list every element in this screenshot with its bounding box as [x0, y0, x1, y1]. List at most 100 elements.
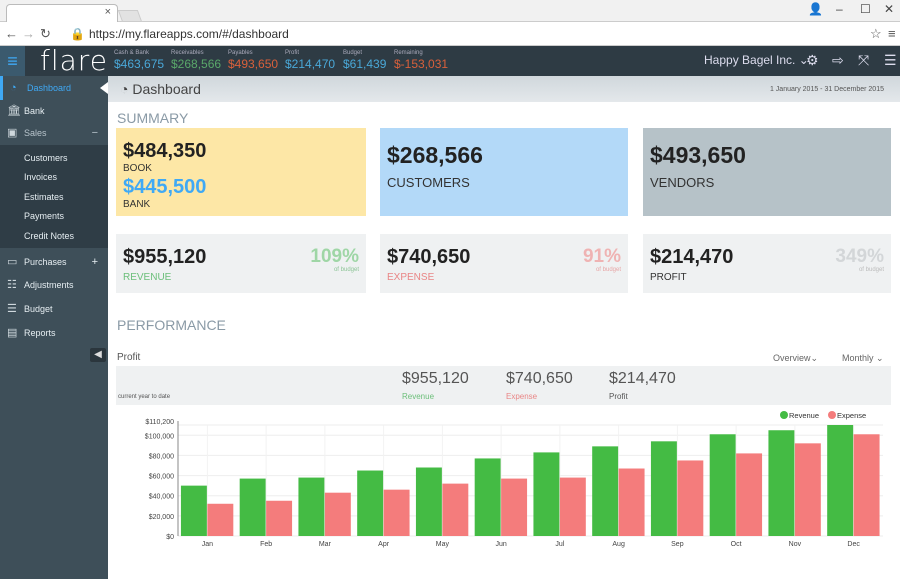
gear-icon[interactable]: ⚙ — [806, 52, 819, 69]
bar-expense-apr — [383, 489, 410, 536]
kpi-value: $61,439 — [343, 57, 387, 71]
profit-of-budget: of budget — [858, 267, 884, 273]
maximize-icon[interactable]: ☐ — [860, 2, 871, 16]
x-tick-label: May — [436, 541, 450, 548]
x-tick-label: Jul — [555, 541, 564, 548]
bank-label: BANK — [123, 199, 151, 210]
ytd-revenue-label: Revenue — [402, 392, 435, 401]
url-text: https://my.flareapps.com/#/dashboard — [88, 27, 289, 41]
hamburger-menu-icon[interactable]: ≡ — [0, 46, 25, 76]
new-tab-button[interactable] — [117, 10, 143, 22]
bar-expense-sep — [677, 460, 704, 536]
summary-title: SUMMARY — [117, 110, 189, 126]
expense-pct: 91% — [582, 246, 621, 267]
sidebar-toggle-icon[interactable]: ☰ — [884, 52, 897, 69]
expense-of-budget: of budget — [595, 267, 621, 273]
performance-bar-chart: $0 $20,000 $40,000 $60,000 $80,000 $100,000 $1… — [145, 411, 883, 548]
money-icon: ▣ — [7, 127, 18, 139]
submenu-payments[interactable]: Payments — [24, 211, 64, 221]
kpi-budget[interactable]: Budget $61,439 — [343, 50, 386, 71]
x-tick-label: Apr — [378, 541, 390, 548]
kpi-value: $268,566 — [171, 57, 222, 71]
date-range[interactable]: 1 January 2015 - 31 December 2015 — [770, 86, 884, 93]
sliders-icon: ☷ — [7, 279, 17, 291]
collapse-sidebar-icon[interactable]: ◀ — [90, 348, 106, 362]
forward-icon[interactable]: → — [22, 26, 35, 41]
period-dropdown[interactable]: Monthly ⌄ — [842, 353, 884, 364]
ytd-profit-value: $214,470 — [609, 370, 676, 387]
x-tick-label: Dec — [847, 541, 860, 548]
ytd-revenue-value: $955,120 — [402, 370, 469, 387]
book-card[interactable]: $484,350 BOOK $445,500 BANK — [116, 128, 366, 216]
revenue-card[interactable]: $955,120 REVENUE 109% of budget — [116, 234, 366, 293]
kpi-cash-bank[interactable]: Cash & Bank $463,675 — [114, 50, 164, 71]
bar-expense-dec — [853, 434, 880, 536]
expand-icon[interactable]: + — [92, 250, 98, 274]
submenu-estimates[interactable]: Estimates — [24, 192, 64, 202]
kpi-label: Receivables — [171, 50, 204, 56]
reload-icon[interactable]: ↻ — [40, 26, 51, 42]
kpi-receivables[interactable]: Receivables $268,566 — [171, 50, 221, 71]
sidebar-item-reports[interactable]: ▤ Reports — [0, 321, 108, 345]
kpi-value: $214,470 — [285, 57, 336, 71]
profit-card[interactable]: $214,470 PROFIT 349% of budget — [643, 234, 891, 293]
bar-revenue-nov — [768, 430, 795, 536]
fullscreen-icon[interactable]: ⤧ — [858, 52, 869, 69]
sidebar-item-bank[interactable]: 🏛 Bank — [0, 99, 108, 123]
legend-swatch-expense — [828, 411, 836, 419]
minimize-icon[interactable]: – — [836, 2, 843, 16]
kpi-payables[interactable]: Payables $493,650 — [228, 50, 278, 71]
x-tick-label: Oct — [731, 541, 742, 548]
sidebar-item-purchases[interactable]: ▭ Purchases + — [0, 250, 108, 274]
close-window-icon[interactable]: ✕ — [884, 2, 894, 16]
ytd-summary-strip: current year to date $955,120 Revenue $7… — [116, 366, 891, 405]
sidebar-item-adjustments[interactable]: ☷ Adjustments — [0, 273, 108, 297]
submenu-invoices[interactable]: Invoices — [24, 172, 57, 182]
legend-label-expense: Expense — [837, 411, 866, 420]
submenu-customers[interactable]: Customers — [24, 153, 68, 163]
vendors-card[interactable]: $493,650 VENDORS — [643, 128, 891, 216]
kpi-remaining[interactable]: Remaining $-153,031 — [394, 50, 448, 71]
customers-label: CUSTOMERS — [387, 175, 470, 190]
customers-value: $268,566 — [387, 142, 483, 168]
bar-expense-feb — [266, 500, 293, 536]
y-tick-label: $100,000 — [145, 433, 174, 440]
sidebar-item-budget[interactable]: ☰ Budget — [0, 297, 108, 321]
bar-revenue-aug — [592, 446, 619, 536]
url-input[interactable]: 🔒 https://my.flareapps.com/#/dashboard — [58, 25, 884, 43]
back-icon[interactable]: ← — [5, 26, 18, 41]
expense-label: EXPENSE — [387, 272, 435, 283]
bar-revenue-apr — [357, 470, 384, 536]
y-tick-label: $80,000 — [149, 453, 174, 460]
logo: flare — [40, 44, 108, 77]
company-dropdown[interactable]: Happy Bagel Inc. ⌄ — [704, 53, 809, 67]
close-tab-icon[interactable]: × — [105, 6, 111, 18]
star-icon[interactable]: ☆ — [870, 26, 882, 42]
sidebar-item-label: Purchases — [24, 257, 67, 267]
menu-icon[interactable]: ≡ — [888, 26, 896, 41]
ytd-expense-value: $740,650 — [506, 370, 573, 387]
sidebar-item-label: Bank — [24, 106, 45, 116]
sign-out-icon[interactable]: ⇨ — [832, 52, 844, 69]
x-tick-label: Mar — [319, 541, 332, 548]
kpi-profit[interactable]: Profit $214,470 — [285, 50, 335, 71]
performance-subtitle: Profit — [117, 352, 141, 363]
submenu-credit-notes[interactable]: Credit Notes — [24, 231, 74, 241]
revenue-label: REVENUE — [123, 272, 172, 283]
user-icon[interactable]: 👤 — [808, 2, 823, 16]
bar-expense-aug — [618, 468, 645, 536]
sidebar-item-sales[interactable]: ▣ Sales − — [0, 121, 108, 145]
book-value: $484,350 — [123, 140, 207, 162]
browser-tab-bar: × 👤 – ☐ ✕ — [0, 0, 900, 22]
collapse-icon[interactable]: − — [92, 121, 98, 145]
performance-title: PERFORMANCE — [117, 317, 226, 333]
y-tick-label: $60,000 — [149, 474, 174, 481]
y-tick-label: $0 — [166, 534, 174, 541]
expense-card[interactable]: $740,650 EXPENSE 91% of budget — [380, 234, 628, 293]
sidebar-item-dashboard[interactable]: ◔ Dashboard — [0, 76, 108, 100]
browser-tab[interactable]: × — [6, 4, 118, 22]
overview-dropdown[interactable]: Overview⌄ — [773, 353, 818, 364]
bar-expense-jul — [559, 477, 586, 536]
customers-card[interactable]: $268,566 CUSTOMERS — [380, 128, 628, 216]
revenue-pct: 109% — [310, 246, 359, 267]
